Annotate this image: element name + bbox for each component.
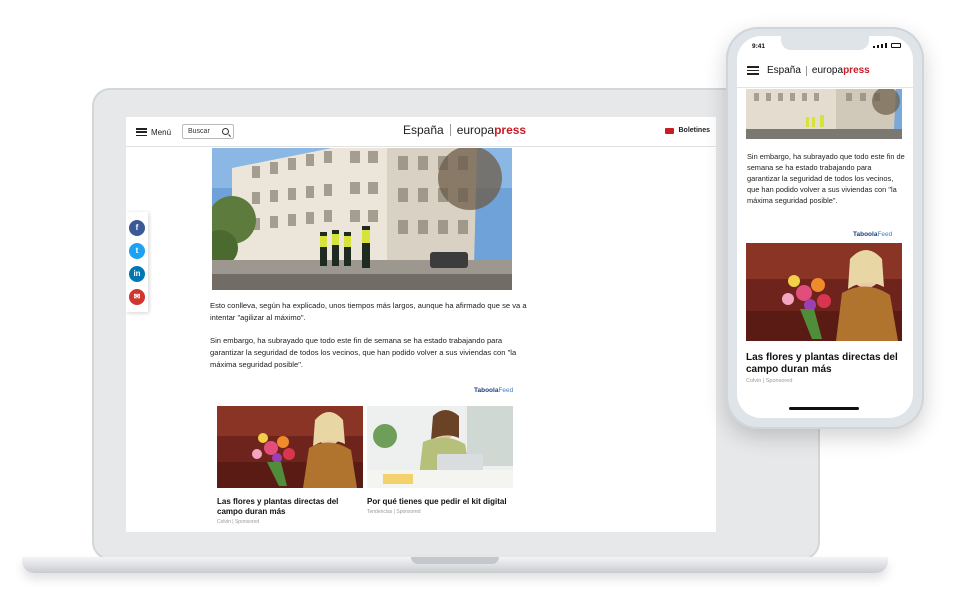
site-logo[interactable]: España europa press (767, 65, 870, 76)
logo-divider (805, 65, 807, 76)
logo-europa: europa (811, 65, 844, 76)
taboola-feed: Feed (877, 231, 893, 238)
email-share-icon[interactable]: ✉ (129, 288, 145, 305)
menu-button[interactable]: Menú (136, 126, 171, 138)
logo-espana: España (403, 123, 444, 137)
article-photo (212, 148, 512, 290)
site-header: Menú Buscar España europa press Boletine… (126, 117, 716, 147)
phone-site-header: España europa press (737, 56, 913, 88)
linkedin-share-icon[interactable]: in (129, 265, 145, 282)
card-thumbnail (367, 406, 513, 488)
facebook-share-icon[interactable]: f (129, 219, 145, 236)
logo-espana: España (767, 65, 801, 76)
phone-screen: 9:41 España europa press Sin embargo, ha… (737, 36, 913, 418)
search-icon (222, 128, 229, 135)
taboola-feed-label[interactable]: TaboolaFeed (474, 387, 513, 394)
logo-press: press (494, 123, 527, 137)
taboola-feed-label[interactable]: TaboolaFeed (853, 231, 892, 238)
laptop-screen: Menú Buscar España europa press Boletine… (126, 117, 716, 532)
card-title[interactable]: Las flores y plantas directas del campo … (746, 352, 906, 376)
card-source: Colvin | Sponsored (746, 378, 793, 384)
battery-icon (891, 43, 901, 48)
logo-divider (449, 124, 451, 136)
newsletter-label: Boletines (678, 127, 710, 134)
sponsored-card[interactable]: Las flores y plantas directas del campo … (217, 406, 363, 525)
search-input[interactable]: Buscar (182, 124, 234, 139)
hamburger-icon (136, 128, 147, 136)
site-logo[interactable]: España europa press (403, 123, 526, 137)
mail-icon (665, 127, 675, 134)
article-paragraph: Sin embargo, ha subrayado que todo este … (747, 152, 905, 205)
hamburger-icon[interactable] (747, 66, 759, 75)
status-time: 9:41 (752, 43, 766, 50)
status-icons (873, 43, 901, 48)
card-title[interactable]: Las flores y plantas directas del campo … (217, 497, 363, 517)
share-rail: f t in ✉ (126, 212, 148, 312)
taboola-brand: Taboola (474, 387, 499, 394)
menu-label: Menú (151, 127, 172, 137)
article-paragraph: Sin embargo, ha subrayado que todo este … (210, 336, 517, 369)
card-source: Tendencias | Sponsored (367, 509, 421, 515)
twitter-share-icon[interactable]: t (129, 242, 145, 259)
card-source: Colvin | Sponsored (217, 519, 260, 525)
article-photo (746, 89, 902, 139)
newsletter-button[interactable]: Boletines (665, 127, 710, 134)
article-paragraph: Esto conlleva, según ha explicado, unos … (210, 301, 527, 322)
card-thumbnail (217, 406, 363, 488)
sponsored-card[interactable]: Por qué tienes que pedir el kit digital … (367, 406, 513, 515)
status-bar: 9:41 (737, 36, 913, 56)
taboola-feed: Feed (498, 387, 514, 394)
taboola-brand: Taboola (853, 231, 878, 238)
phone-notch (781, 36, 869, 50)
laptop-notch (411, 557, 499, 564)
logo-press: press (843, 65, 870, 76)
home-indicator[interactable] (789, 407, 859, 410)
card-title[interactable]: Por qué tienes que pedir el kit digital (367, 497, 513, 507)
card-thumbnail[interactable] (746, 243, 902, 341)
search-label: Buscar (188, 128, 210, 135)
logo-europa: europa (456, 123, 495, 137)
